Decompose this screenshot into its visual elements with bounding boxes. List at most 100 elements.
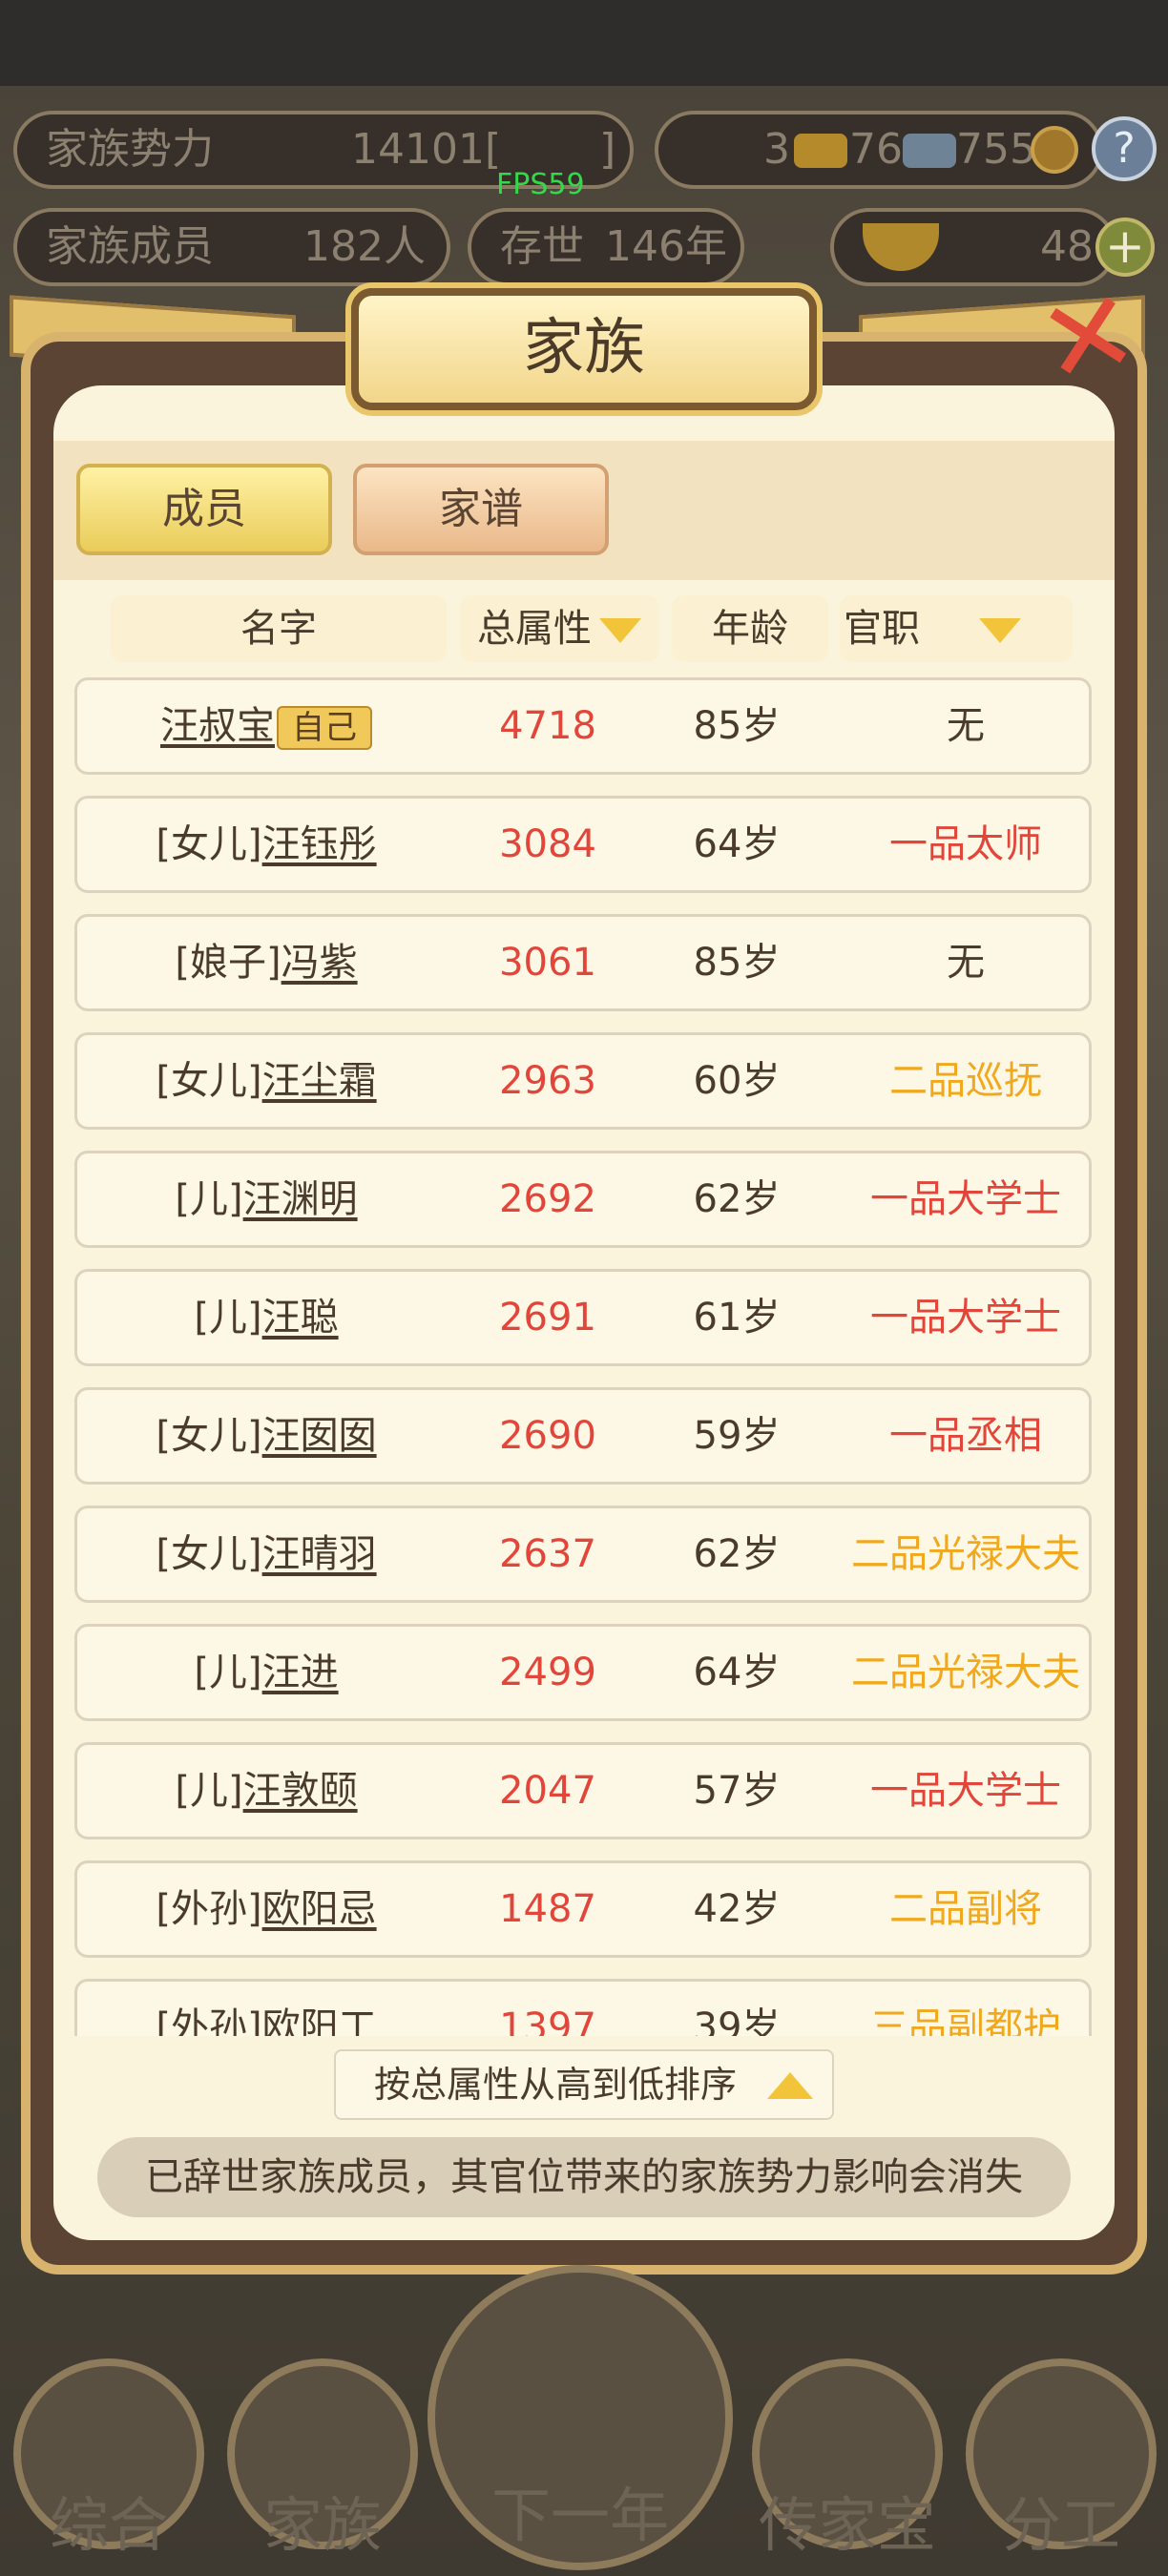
member-name-link[interactable]: 汪聪 bbox=[262, 1296, 339, 1340]
filter-down-icon bbox=[979, 618, 1021, 643]
member-row[interactable]: 汪叔宝 自己 4718 85岁 无 bbox=[74, 677, 1092, 775]
member-name-cell: [女儿]汪晴羽 bbox=[77, 1508, 455, 1600]
column-header-attr[interactable]: 总属性 bbox=[460, 595, 658, 662]
member-name-cell: [儿]汪渊明 bbox=[77, 1153, 455, 1245]
member-name-link[interactable]: 汪敦颐 bbox=[243, 1769, 358, 1813]
currency-pill: 3 76 755 bbox=[655, 111, 1103, 189]
member-name-link[interactable]: 汪晴羽 bbox=[262, 1532, 377, 1576]
member-relation: [外孙] bbox=[156, 1887, 262, 1931]
deceased-notice: 已辞世家族成员，其官位带来的家族势力影响会消失 bbox=[97, 2137, 1071, 2217]
member-post: 三品副都护 bbox=[870, 2005, 1061, 2036]
fps-counter: FPS59 bbox=[496, 168, 585, 201]
member-age: 64岁 bbox=[693, 1651, 781, 1694]
member-row[interactable]: [外孙]欧阳忌 1487 42岁 二品副将 bbox=[74, 1860, 1092, 1958]
member-name-cell: [外孙]欧阳忌 bbox=[77, 1863, 455, 1955]
currency-3-value: 755 bbox=[956, 125, 1036, 174]
member-row[interactable]: [女儿]汪钰彤 3084 64岁 一品太师 bbox=[74, 796, 1092, 893]
member-post: 无 bbox=[947, 704, 985, 748]
member-attr: 4718 bbox=[499, 704, 596, 748]
currency-1-value: 3 bbox=[763, 125, 790, 174]
column-header-age-label: 年龄 bbox=[712, 607, 788, 651]
column-header-name-label: 名字 bbox=[240, 607, 317, 651]
member-name-link[interactable]: 欧阳工 bbox=[262, 2005, 377, 2036]
member-age: 85岁 bbox=[693, 704, 781, 748]
sort-up-icon bbox=[767, 2072, 813, 2099]
member-relation: [儿] bbox=[175, 1769, 243, 1813]
gold-bar-icon bbox=[794, 134, 847, 168]
family-power-value: 14101[ bbox=[351, 125, 502, 174]
member-name-link[interactable]: 汪叔宝 bbox=[160, 704, 275, 748]
nav-next-year-label: 下一年 bbox=[490, 2481, 669, 2550]
family-power-label: 家族势力 bbox=[46, 125, 214, 174]
member-name-cell: [外孙]欧阳工 bbox=[77, 1982, 455, 2036]
member-name-cell: [儿]汪聪 bbox=[77, 1272, 455, 1363]
member-row[interactable]: [女儿]汪尘霜 2963 60岁 二品巡抚 bbox=[74, 1032, 1092, 1130]
member-attr: 1487 bbox=[499, 1887, 596, 1931]
member-name-link[interactable]: 汪渊明 bbox=[243, 1177, 358, 1221]
nav-family-label: 家族 bbox=[262, 2490, 382, 2560]
column-header-age: 年龄 bbox=[672, 595, 828, 662]
panel-title: 家族 bbox=[351, 288, 817, 410]
member-name-link[interactable]: 欧阳忌 bbox=[262, 1887, 377, 1931]
sort-button[interactable]: 按总属性从高到低排序 bbox=[334, 2049, 834, 2120]
tab-members[interactable]: 成员 bbox=[76, 464, 332, 555]
coin-icon bbox=[1031, 126, 1078, 174]
exist-years-pill: 存世 146年 bbox=[468, 208, 744, 286]
exist-label: 存世 bbox=[500, 222, 584, 271]
member-attr: 2499 bbox=[499, 1651, 596, 1694]
member-post: 二品光禄大夫 bbox=[851, 1532, 1080, 1576]
self-badge: 自己 bbox=[277, 706, 372, 750]
member-age: 62岁 bbox=[693, 1177, 781, 1221]
member-attr: 2047 bbox=[499, 1769, 596, 1813]
member-attr: 3084 bbox=[499, 822, 596, 866]
member-age: 85岁 bbox=[693, 941, 781, 985]
status-bar bbox=[0, 0, 1168, 86]
member-post: 二品巡抚 bbox=[889, 1059, 1042, 1103]
member-age: 42岁 bbox=[693, 1887, 781, 1931]
member-post: 一品大学士 bbox=[870, 1177, 1061, 1221]
member-age: 57岁 bbox=[693, 1769, 781, 1813]
member-name-link[interactable]: 汪进 bbox=[262, 1651, 339, 1694]
member-list[interactable]: 汪叔宝 自己 4718 85岁 无 [女儿]汪钰彤 3084 64岁 一品太师 [… bbox=[69, 668, 1099, 2036]
member-row[interactable]: [娘子]冯紫 3061 85岁 无 bbox=[74, 914, 1092, 1011]
column-header-name: 名字 bbox=[111, 595, 447, 662]
member-row[interactable]: [儿]汪渊明 2692 62岁 一品大学士 bbox=[74, 1151, 1092, 1248]
member-name-link[interactable]: 汪尘霜 bbox=[262, 1059, 377, 1103]
gold-ingot-icon bbox=[863, 223, 939, 271]
column-header-post[interactable]: 官职 bbox=[840, 595, 1073, 662]
member-name-link[interactable]: 冯紫 bbox=[282, 941, 358, 985]
member-relation: [女儿] bbox=[156, 1532, 262, 1576]
member-name-link[interactable]: 汪钰彤 bbox=[262, 822, 377, 866]
nav-division-label: 分工 bbox=[1001, 2490, 1120, 2560]
member-attr: 3061 bbox=[499, 941, 596, 985]
member-row[interactable]: [儿]汪进 2499 64岁 二品光禄大夫 bbox=[74, 1624, 1092, 1721]
nav-overview-label: 综合 bbox=[49, 2490, 168, 2560]
member-attr: 2690 bbox=[499, 1414, 596, 1458]
member-age: 61岁 bbox=[693, 1296, 781, 1340]
member-row[interactable]: [儿]汪敦颐 2047 57岁 一品大学士 bbox=[74, 1742, 1092, 1839]
member-name-cell: [女儿]汪尘霜 bbox=[77, 1035, 455, 1127]
member-post: 一品丞相 bbox=[889, 1414, 1042, 1458]
member-relation: [儿] bbox=[194, 1651, 262, 1694]
member-row[interactable]: [外孙]欧阳工 1397 39岁 三品副都护 bbox=[74, 1979, 1092, 2036]
member-post: 二品光禄大夫 bbox=[851, 1651, 1080, 1694]
member-attr: 2637 bbox=[499, 1532, 596, 1576]
member-relation: [女儿] bbox=[156, 1414, 262, 1458]
member-name-link[interactable]: 汪囡囡 bbox=[262, 1414, 377, 1458]
member-post: 一品大学士 bbox=[870, 1769, 1061, 1813]
member-row[interactable]: [女儿]汪晴羽 2637 62岁 二品光禄大夫 bbox=[74, 1506, 1092, 1603]
member-age: 59岁 bbox=[693, 1414, 781, 1458]
help-button[interactable]: ? bbox=[1092, 116, 1157, 181]
sort-down-icon bbox=[599, 618, 641, 643]
member-name-cell: [女儿]汪钰彤 bbox=[77, 799, 455, 890]
member-post: 无 bbox=[947, 941, 985, 985]
member-name-cell: [儿]汪敦颐 bbox=[77, 1745, 455, 1837]
tab-family-tree[interactable]: 家谱 bbox=[353, 464, 609, 555]
close-button[interactable]: ✕ bbox=[1022, 263, 1158, 413]
member-row[interactable]: [儿]汪聪 2691 61岁 一品大学士 bbox=[74, 1269, 1092, 1366]
member-attr: 2692 bbox=[499, 1177, 596, 1221]
members-label: 家族成员 bbox=[46, 222, 214, 271]
member-name-cell: 汪叔宝 自己 bbox=[77, 680, 455, 772]
members-value: 182人 bbox=[303, 222, 426, 271]
member-row[interactable]: [女儿]汪囡囡 2690 59岁 一品丞相 bbox=[74, 1387, 1092, 1485]
